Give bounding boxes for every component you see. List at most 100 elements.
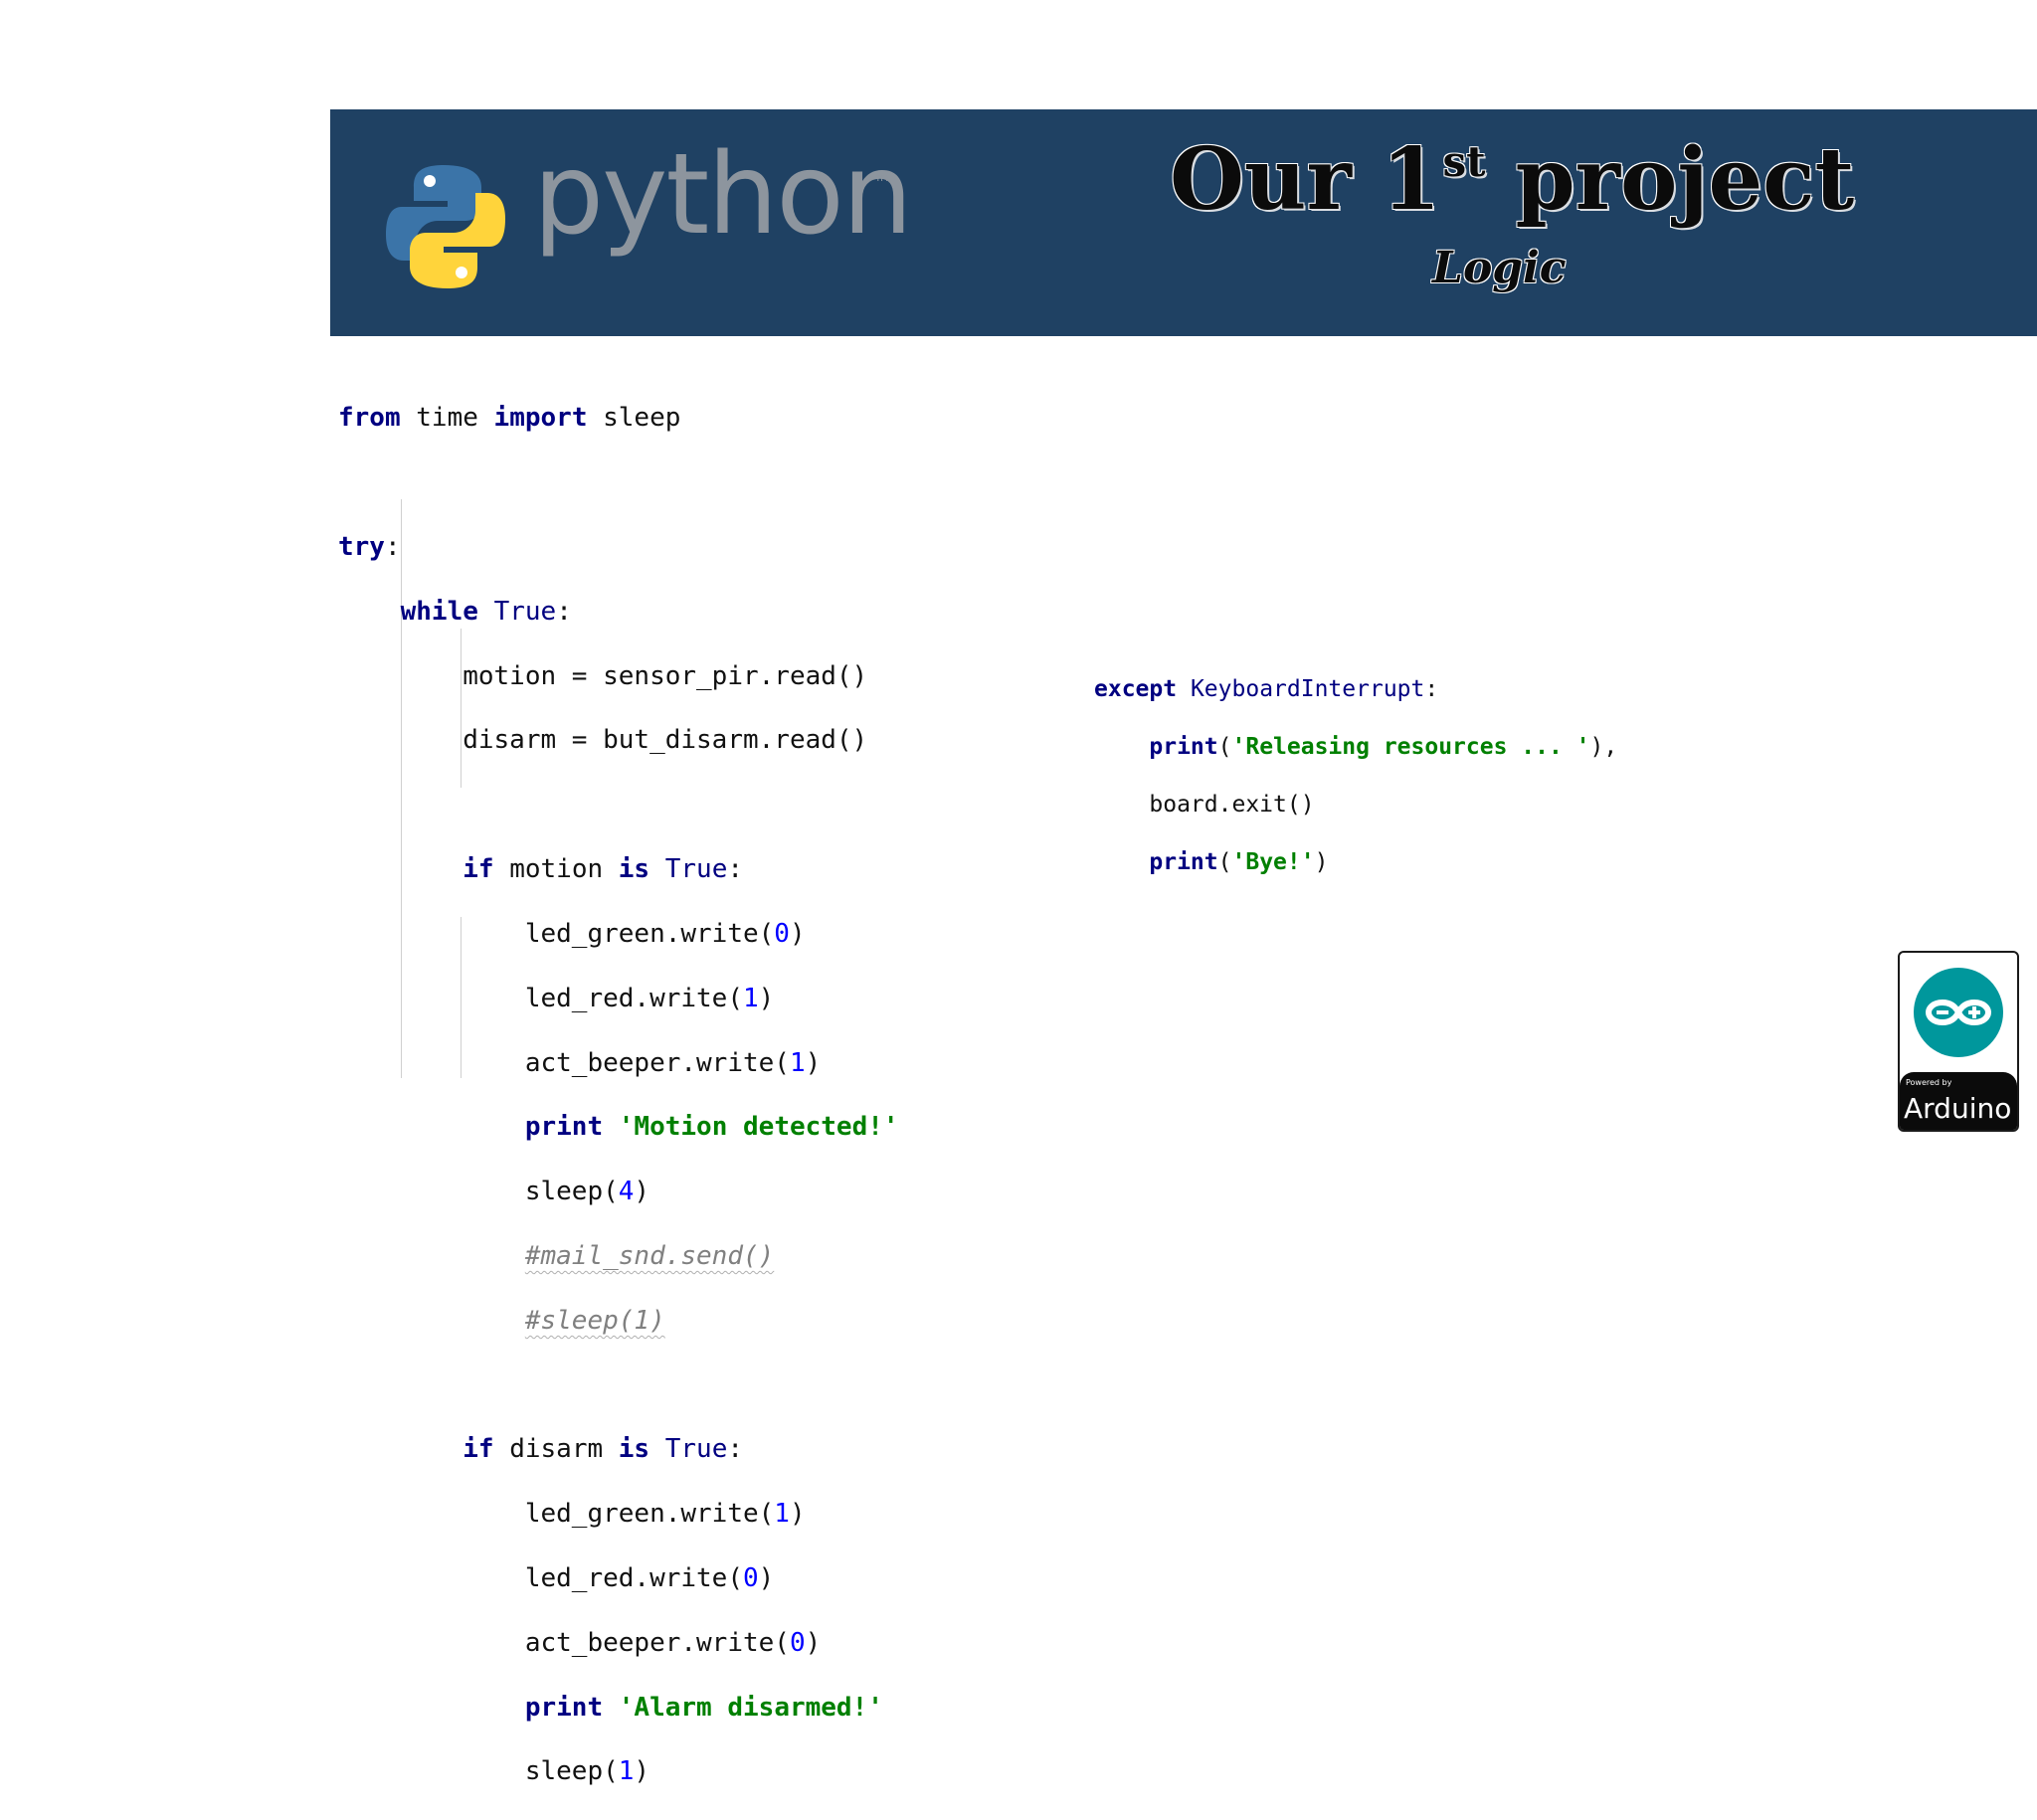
- code-text: ): [758, 1563, 775, 1594]
- code-line: led_red.write(0): [338, 1562, 899, 1594]
- page-subtitle: Logic: [1432, 243, 1567, 293]
- builtin: True: [664, 854, 728, 885]
- keyword: except: [1094, 676, 1178, 702]
- python-wordmark: python: [533, 130, 913, 260]
- code-text: ): [789, 1499, 806, 1530]
- arduino-badge: Powered by Arduino: [1898, 951, 2019, 1132]
- keyword: import: [493, 403, 588, 434]
- code-text: sleep: [587, 403, 681, 434]
- code-line: act_beeper.write(0): [338, 1627, 899, 1659]
- number: 1: [789, 1047, 806, 1078]
- code-text: disarm: [493, 1434, 619, 1465]
- code-line: if motion is True:: [338, 853, 899, 885]
- code-text: act_beeper.write(: [338, 1627, 790, 1658]
- string-literal: 'Motion detected!': [618, 1112, 899, 1143]
- code-line: from time import sleep: [338, 402, 899, 434]
- string-literal: 'Bye!': [1231, 849, 1315, 875]
- builtin: True: [493, 596, 557, 627]
- code-line: motion = sensor_pir.read(): [338, 660, 868, 691]
- code-text: sleep(: [338, 1756, 619, 1787]
- string-literal: 'Releasing resources ... ': [1231, 734, 1590, 760]
- code-line: try:: [338, 531, 899, 563]
- keyword: is: [618, 854, 650, 885]
- number: 4: [618, 1177, 635, 1207]
- title-main: Our 1: [1170, 129, 1441, 230]
- code-line: print('Releasing resources ... '),: [1094, 733, 1617, 762]
- code-line: board.exit(): [1094, 792, 1315, 818]
- code-line: act_beeper.write(1): [338, 1047, 899, 1079]
- code-text: sleep(: [338, 1177, 619, 1207]
- keyword: from: [338, 403, 401, 434]
- code-line: led_green.write(1): [338, 1498, 899, 1530]
- except-code-block: except KeyboardInterrupt: print('Releasi…: [1094, 646, 1617, 906]
- keyword: while: [400, 596, 478, 627]
- code-text: :: [556, 596, 572, 627]
- number: 1: [774, 1499, 790, 1530]
- page-title: Our 1st project: [1170, 137, 1854, 223]
- code-line: led_green.write(0): [338, 918, 899, 950]
- number: 0: [789, 1627, 806, 1658]
- number: 0: [774, 918, 790, 949]
- arduino-name: Arduino: [1904, 1092, 2012, 1125]
- code-text: led_red.write(: [338, 983, 743, 1013]
- code-text: led_red.write(: [338, 1563, 743, 1594]
- number: 1: [618, 1756, 635, 1787]
- keyword: if: [463, 854, 494, 885]
- code-line: disarm = but_disarm.read(): [338, 725, 868, 756]
- code-line: #mail_snd.send(): [338, 1240, 899, 1272]
- code-text: :: [727, 854, 744, 885]
- code-text: ): [805, 1047, 822, 1078]
- code-line: while True:: [338, 596, 899, 628]
- code-text: :: [384, 532, 401, 563]
- code-text: ): [789, 918, 806, 949]
- code-text: motion: [493, 854, 619, 885]
- code-text: ): [634, 1177, 650, 1207]
- code-text: ): [758, 983, 775, 1013]
- keyword: if: [463, 1434, 494, 1465]
- code-line: sleep(4): [338, 1176, 899, 1207]
- arduino-footer: Powered by Arduino: [1900, 1072, 2017, 1130]
- code-line: print 'Motion detected!': [338, 1111, 899, 1143]
- comment: #mail_snd.send(): [524, 1240, 775, 1271]
- keyword: print: [1149, 734, 1218, 760]
- code-text: (: [1217, 849, 1232, 875]
- code-line: #sleep(1): [338, 1305, 899, 1337]
- code-line: if disarm is True:: [338, 1433, 899, 1465]
- string-literal: 'Alarm disarmed!': [618, 1692, 883, 1723]
- code-text: ): [1314, 849, 1329, 875]
- keyword: print: [524, 1112, 604, 1143]
- keyword: print: [1149, 849, 1218, 875]
- main-code-block: from time import sleep try: while True: …: [338, 370, 899, 1820]
- code-text: :: [1424, 676, 1439, 702]
- number: 0: [743, 1563, 759, 1594]
- code-line: sleep(1): [338, 1755, 899, 1787]
- comment: #sleep(1): [524, 1305, 665, 1336]
- title-ordinal: st: [1442, 137, 1486, 186]
- code-text: time: [400, 403, 494, 434]
- title-rest: project: [1485, 129, 1855, 230]
- code-text: ): [634, 1756, 650, 1787]
- code-text: ): [805, 1627, 822, 1658]
- trademark-mark: ™: [873, 173, 891, 194]
- arduino-infinity-icon: [1914, 968, 2003, 1057]
- code-text: led_green.write(: [338, 1499, 775, 1530]
- code-line: led_red.write(1): [338, 983, 899, 1014]
- builtin: KeyboardInterrupt: [1190, 676, 1425, 702]
- keyword: try: [338, 532, 385, 563]
- keyword: is: [618, 1434, 650, 1465]
